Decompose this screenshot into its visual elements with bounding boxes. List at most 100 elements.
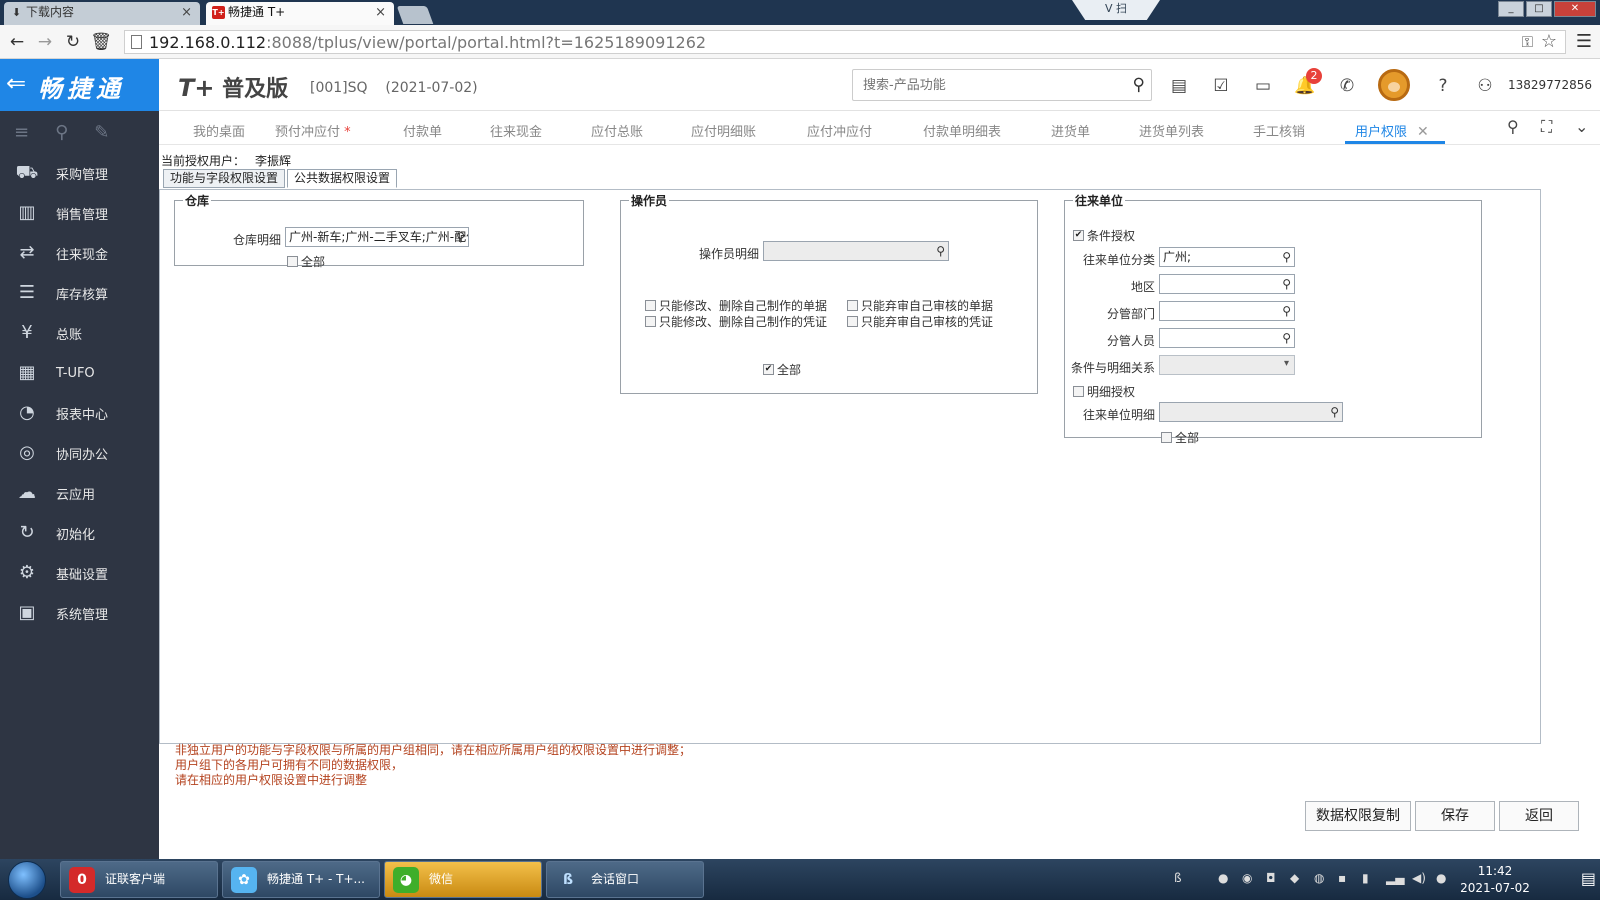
- tray-app5-icon[interactable]: ●: [1436, 871, 1446, 885]
- maximize-icon[interactable]: □: [1526, 1, 1552, 17]
- subtab-public-data[interactable]: 公共数据权限设置: [287, 169, 398, 188]
- new-tab-button[interactable]: [396, 6, 434, 24]
- close-window-icon[interactable]: ✕: [1554, 1, 1596, 17]
- reload-icon[interactable]: ↻: [62, 31, 84, 53]
- user-icon[interactable]: ⚇: [1474, 75, 1496, 97]
- key-icon[interactable]: ⚿: [1522, 33, 1533, 51]
- region-field[interactable]: ⚲: [1159, 274, 1295, 294]
- tab-user-permission[interactable]: 用户权限 ✕: [1355, 121, 1429, 140]
- sidebar-item-reports[interactable]: ◔ 报表中心: [0, 393, 159, 433]
- tab-payable-detail[interactable]: 应付明细账: [691, 121, 756, 140]
- browser-tab-tplus[interactable]: T+ 畅捷通 T+ ×: [206, 2, 394, 25]
- tab-purchase-list[interactable]: 进货单列表: [1139, 121, 1204, 140]
- partner-all-checkbox[interactable]: 全部: [1161, 429, 1199, 446]
- browser-tab-downloads[interactable]: ⬇ 下载内容 ×: [4, 2, 200, 25]
- operator-all-checkbox[interactable]: ✔ 全部: [763, 361, 801, 378]
- only-edit-own-vouchers-checkbox[interactable]: 只能修改、删除自己制作的凭证: [645, 313, 827, 330]
- tray-wechat-icon[interactable]: ●: [1218, 871, 1228, 885]
- subtab-function-field[interactable]: 功能与字段权限设置: [163, 169, 286, 188]
- lookup-icon[interactable]: ⚲: [1330, 403, 1339, 421]
- clock[interactable]: 11:42 2021-07-02: [1460, 863, 1530, 897]
- taskbar-item-zhenglian[interactable]: 0 证联客户端: [60, 861, 218, 898]
- calculator-icon[interactable]: ▤: [1168, 75, 1190, 97]
- start-button[interactable]: [8, 861, 46, 899]
- operator-detail-field[interactable]: ⚲: [763, 241, 949, 261]
- back-icon[interactable]: ←: [6, 31, 28, 53]
- tray-weibo-icon[interactable]: ◉: [1242, 871, 1252, 885]
- mascot-avatar[interactable]: [1378, 69, 1410, 101]
- lookup-icon[interactable]: ⚲: [456, 228, 465, 246]
- save-button[interactable]: 保存: [1415, 801, 1495, 831]
- search-input[interactable]: [863, 71, 1123, 99]
- sidebar-item-system[interactable]: ▣ 系统管理: [0, 593, 159, 633]
- product-search[interactable]: ⚲: [852, 69, 1152, 101]
- lookup-icon[interactable]: ⚲: [936, 242, 945, 260]
- close-tab-icon[interactable]: ✕: [1417, 124, 1429, 140]
- sidebar-item-collab[interactable]: ◎ 协同办公: [0, 433, 159, 473]
- sidebar-item-tufo[interactable]: ▦ T-UFO: [0, 353, 159, 393]
- lookup-icon[interactable]: ⚲: [1282, 275, 1291, 293]
- bookmark-star-icon[interactable]: ☆: [1541, 31, 1557, 52]
- url-input[interactable]: 192.168.0.112:8088/tplus/view/portal/por…: [124, 30, 1566, 54]
- person-field[interactable]: ⚲: [1159, 328, 1295, 348]
- tray-app4-icon[interactable]: ▮: [1362, 871, 1369, 885]
- edit-menu-icon[interactable]: ✎: [94, 122, 109, 143]
- tab-payment-detail[interactable]: 付款单明细表: [923, 121, 1001, 140]
- taskbar-item-wechat[interactable]: ◕ 微信: [384, 861, 542, 898]
- minimize-icon[interactable]: _: [1498, 1, 1524, 17]
- only-edit-own-docs-checkbox[interactable]: 只能修改、删除自己制作的单据: [645, 297, 827, 314]
- sidebar-item-cash[interactable]: ⇄ 往来现金: [0, 233, 159, 273]
- sidebar-item-purchase[interactable]: ⛟ 采购管理: [0, 153, 159, 193]
- copy-permission-button[interactable]: 数据权限复制: [1305, 801, 1411, 831]
- browser-extension-badge[interactable]: V 扫: [1072, 0, 1160, 20]
- sidebar-item-inventory[interactable]: ☰ 库存核算: [0, 273, 159, 313]
- tab-cash[interactable]: 往来现金: [490, 121, 542, 140]
- lookup-icon[interactable]: ⚲: [1282, 329, 1291, 347]
- only-unaudit-own-vouchers-checkbox[interactable]: 只能弃审自己审核的凭证: [847, 313, 993, 330]
- tab-payment[interactable]: 付款单: [403, 121, 442, 140]
- sidebar-item-ledger[interactable]: ¥ 总账: [0, 313, 159, 353]
- tray-security-icon[interactable]: ◆: [1290, 871, 1299, 885]
- tab-payable-ledger[interactable]: 应付总账: [591, 121, 643, 140]
- task-list-icon[interactable]: ☑: [1210, 75, 1232, 97]
- volume-icon[interactable]: ◀): [1412, 871, 1426, 885]
- tab-manual-writeoff[interactable]: 手工核销: [1253, 121, 1305, 140]
- lookup-icon[interactable]: ⚲: [1282, 248, 1291, 266]
- sidebar-item-cloud[interactable]: ☁ 云应用: [0, 473, 159, 513]
- close-tab-icon[interactable]: ×: [181, 2, 192, 23]
- tray-qq-icon[interactable]: ◘: [1266, 871, 1276, 885]
- tab-payable-offset[interactable]: 应付冲应付: [807, 121, 872, 140]
- tab-desktop[interactable]: 我的桌面: [193, 121, 245, 140]
- close-tab-icon[interactable]: ×: [375, 2, 386, 23]
- detail-auth-checkbox[interactable]: 明细授权: [1073, 383, 1135, 400]
- tab-prepay-offset[interactable]: 预付冲应付 *: [275, 121, 351, 140]
- conditional-auth-checkbox[interactable]: ✔ 条件授权: [1073, 227, 1135, 244]
- search-icon[interactable]: ⚲: [1133, 75, 1145, 95]
- tray-app-icon[interactable]: ß: [1174, 871, 1182, 885]
- sidebar-item-init[interactable]: ↻ 初始化: [0, 513, 159, 553]
- only-unaudit-own-docs-checkbox[interactable]: 只能弃审自己审核的单据: [847, 297, 993, 314]
- app-logo[interactable]: ⇐ 畅捷通: [0, 59, 159, 111]
- tray-app2-icon[interactable]: ◍: [1314, 871, 1324, 885]
- user-account[interactable]: 13829772856: [1508, 78, 1592, 92]
- lookup-icon[interactable]: ⚲: [1282, 302, 1291, 320]
- tray-app3-icon[interactable]: ▪: [1338, 871, 1346, 885]
- trash-icon[interactable]: 🗑: [90, 31, 112, 53]
- dept-field[interactable]: ⚲: [1159, 301, 1295, 321]
- relation-select[interactable]: ▾: [1159, 355, 1295, 375]
- partner-detail-field[interactable]: ⚲: [1159, 402, 1343, 422]
- action-center-icon[interactable]: ▤: [1581, 869, 1596, 888]
- back-button[interactable]: 返回: [1499, 801, 1579, 831]
- partner-category-field[interactable]: 广州; ⚲: [1159, 247, 1295, 267]
- chevron-down-icon[interactable]: ⌄: [1575, 117, 1588, 136]
- tab-purchase-receipt[interactable]: 进货单: [1051, 121, 1090, 140]
- sidebar-item-basic[interactable]: ⚙ 基础设置: [0, 553, 159, 593]
- tab-search-icon[interactable]: ⚲: [1507, 117, 1519, 136]
- network-icon[interactable]: ▂▄: [1386, 871, 1404, 885]
- warehouse-all-checkbox[interactable]: 全部: [287, 253, 325, 270]
- back-arrow-icon[interactable]: ⇐: [6, 69, 26, 97]
- warehouse-detail-field[interactable]: 广州-新车;广州-二手叉车;广州-配件 ⚲: [285, 227, 469, 247]
- phone-icon[interactable]: ✆: [1336, 75, 1358, 97]
- message-icon[interactable]: ▭: [1252, 75, 1274, 97]
- taskbar-item-tplus[interactable]: ✿ 畅捷通 T+ - T+...: [222, 861, 380, 898]
